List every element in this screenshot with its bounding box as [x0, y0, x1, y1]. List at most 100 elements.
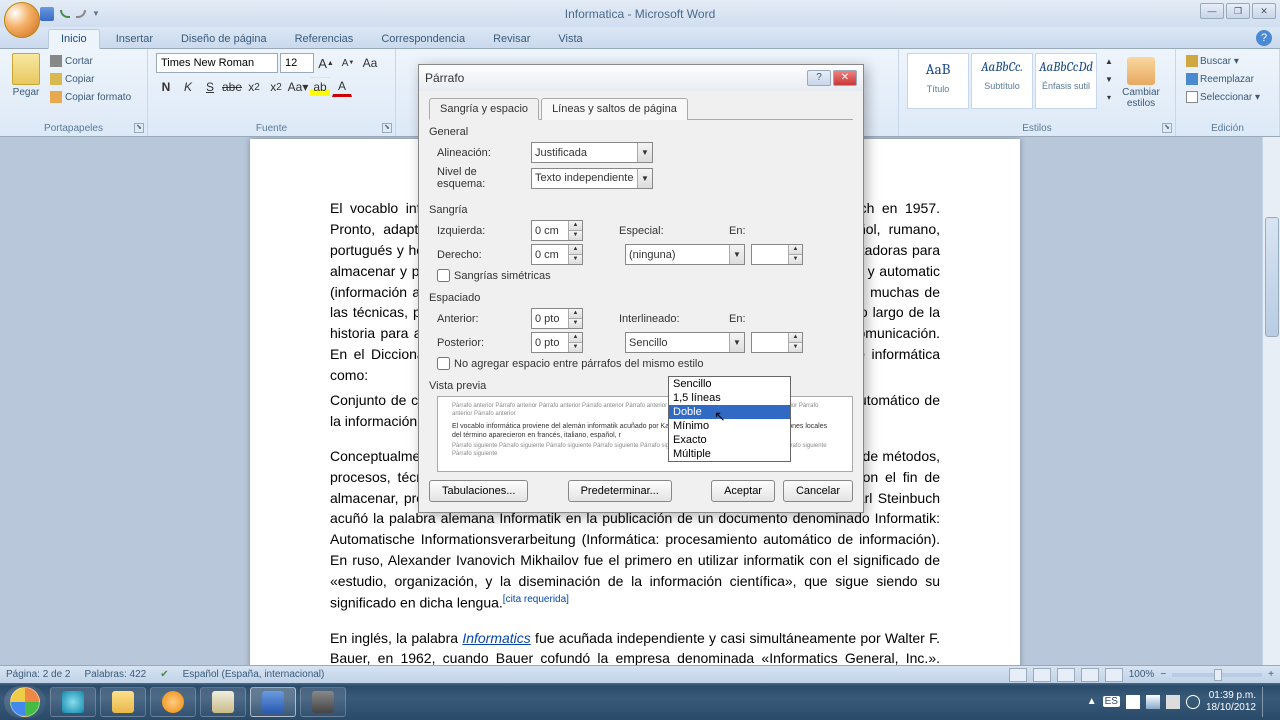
spin-down-icon[interactable]: ▼ [568, 255, 582, 264]
option-sencillo[interactable]: Sencillo [669, 377, 790, 391]
no-space-checkbox[interactable]: No agregar espacio entre párrafos del mi… [437, 357, 853, 370]
show-desktop-button[interactable] [1262, 687, 1270, 717]
superscript-icon[interactable]: x2 [266, 77, 286, 97]
outline-select[interactable]: Texto independiente▼ [531, 168, 653, 189]
replace-button[interactable]: Reemplazar [1184, 71, 1271, 89]
dialog-help-button[interactable]: ? [807, 70, 831, 86]
spin-up-icon[interactable]: ▲ [788, 245, 802, 255]
font-color-icon[interactable]: A [332, 77, 352, 97]
font-name-select[interactable] [156, 53, 278, 73]
select-button[interactable]: Seleccionar ▾ [1184, 89, 1271, 107]
tab-insertar[interactable]: Insertar [104, 30, 165, 48]
vertical-scrollbar[interactable] [1262, 137, 1280, 665]
spin-up-icon[interactable]: ▲ [568, 245, 582, 255]
italic-icon[interactable]: K [178, 77, 198, 97]
network-icon[interactable] [1146, 695, 1160, 709]
save-icon[interactable] [40, 7, 54, 21]
spin-up-icon[interactable]: ▲ [788, 333, 802, 343]
tray-more-icon[interactable]: ▲ [1087, 696, 1097, 707]
start-button[interactable] [4, 686, 46, 718]
right-indent-input[interactable]: 0 cm▲▼ [531, 244, 583, 265]
spin-down-icon[interactable]: ▼ [788, 255, 802, 264]
before-input[interactable]: 0 pto▲▼ [531, 308, 583, 329]
change-styles-button[interactable]: Cambiar estilos [1115, 53, 1167, 109]
paragraph[interactable]: En inglés, la palabra Informatics fue ac… [330, 629, 940, 665]
by-input[interactable]: ▲▼ [751, 244, 803, 265]
action-center-icon[interactable] [1126, 695, 1140, 709]
after-input[interactable]: 0 pto▲▼ [531, 332, 583, 353]
style-subtitle[interactable]: AaBbCc.Subtítulo [971, 53, 1033, 109]
spin-down-icon[interactable]: ▼ [568, 231, 582, 240]
left-indent-input[interactable]: 0 cm▲▼ [531, 220, 583, 241]
citation-needed[interactable]: [cita requerida] [503, 594, 569, 605]
copy-button[interactable]: Copiar [48, 71, 133, 89]
tab-diseno[interactable]: Diseño de página [169, 30, 279, 48]
taskbar-camera[interactable] [300, 687, 346, 717]
style-title[interactable]: AaBTítulo [907, 53, 969, 109]
line-spacing-select[interactable]: Sencillo▼ [625, 332, 745, 353]
tab-indent-spacing[interactable]: Sangría y espacio [429, 98, 539, 120]
ok-button[interactable]: Aceptar [711, 480, 775, 502]
view-draft-icon[interactable] [1105, 668, 1123, 682]
paste-button[interactable]: Pegar [8, 53, 44, 107]
link[interactable]: Informatics [462, 630, 530, 646]
special-select[interactable]: (ninguna)▼ [625, 244, 745, 265]
minimize-button[interactable]: — [1200, 3, 1224, 19]
tab-vista[interactable]: Vista [546, 30, 594, 48]
tray-clock[interactable]: 01:39 p.m. 18/10/2012 [1206, 690, 1256, 714]
tab-revisar[interactable]: Revisar [481, 30, 542, 48]
checkbox-icon[interactable] [437, 269, 450, 282]
dialog-launcher-icon[interactable]: ⬊ [134, 123, 144, 133]
style-emphasis[interactable]: AaBbCcDdÉnfasis sutil [1035, 53, 1097, 109]
qat-more-icon[interactable]: ▼ [92, 9, 100, 18]
help-button[interactable]: ? [1256, 30, 1272, 46]
clear-format-icon[interactable]: Aa [360, 53, 380, 73]
at-input[interactable]: ▲▼ [751, 332, 803, 353]
subscript-icon[interactable]: x2 [244, 77, 264, 97]
taskbar-media[interactable] [150, 687, 196, 717]
dialog-launcher-icon[interactable]: ⬊ [382, 123, 392, 133]
taskbar-explorer[interactable] [100, 687, 146, 717]
taskbar-app[interactable] [200, 687, 246, 717]
option-exacto[interactable]: Exacto [669, 433, 790, 447]
taskbar-word[interactable] [250, 687, 296, 717]
tray-lang[interactable]: ES [1103, 696, 1120, 707]
status-page[interactable]: Página: 2 de 2 [6, 669, 71, 680]
checkbox-icon[interactable] [437, 357, 450, 370]
highlight-icon[interactable]: ab [310, 77, 330, 97]
tab-inicio[interactable]: Inicio [48, 29, 100, 49]
bold-icon[interactable]: N [156, 77, 176, 97]
dialog-launcher-icon[interactable]: ⬊ [1162, 123, 1172, 133]
zoom-in-button[interactable]: + [1268, 669, 1274, 680]
zoom-percent[interactable]: 100% [1129, 669, 1155, 680]
tab-line-breaks[interactable]: Líneas y saltos de página [541, 98, 688, 120]
tab-referencias[interactable]: Referencias [283, 30, 366, 48]
cancel-button[interactable]: Cancelar [783, 480, 853, 502]
zoom-out-button[interactable]: − [1160, 669, 1166, 680]
view-fullscreen-icon[interactable] [1033, 668, 1051, 682]
spin-down-icon[interactable]: ▼ [568, 343, 582, 352]
shrink-font-icon[interactable]: A▼ [338, 53, 358, 73]
clock-icon[interactable] [1186, 695, 1200, 709]
tabs-button[interactable]: Tabulaciones... [429, 480, 528, 502]
option-doble[interactable]: Doble [669, 405, 790, 419]
strike-icon[interactable]: abe [222, 77, 242, 97]
dialog-close-button[interactable]: ✕ [833, 70, 857, 86]
spin-down-icon[interactable]: ▼ [788, 343, 802, 352]
alignment-select[interactable]: Justificada▼ [531, 142, 653, 163]
grow-font-icon[interactable]: A▲ [316, 53, 336, 73]
office-button[interactable] [4, 2, 40, 38]
zoom-slider[interactable] [1172, 673, 1262, 677]
mirror-indents-checkbox[interactable]: Sangrías simétricas [437, 269, 853, 282]
spin-up-icon[interactable]: ▲ [568, 221, 582, 231]
status-words[interactable]: Palabras: 422 [85, 669, 147, 680]
volume-icon[interactable] [1166, 695, 1180, 709]
find-button[interactable]: Buscar ▾ [1184, 53, 1271, 71]
taskbar-ie[interactable] [50, 687, 96, 717]
view-web-icon[interactable] [1057, 668, 1075, 682]
view-print-icon[interactable] [1009, 668, 1027, 682]
spell-icon[interactable]: ✔ [160, 669, 168, 680]
font-size-select[interactable] [280, 53, 314, 73]
spin-down-icon[interactable]: ▼ [568, 319, 582, 328]
scrollbar-thumb[interactable] [1265, 217, 1279, 337]
